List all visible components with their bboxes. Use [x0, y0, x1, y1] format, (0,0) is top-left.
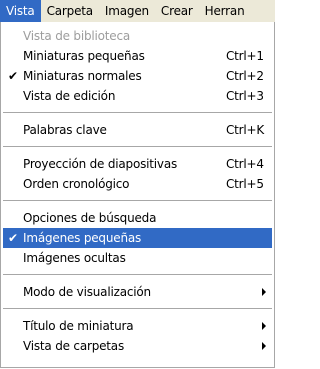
menu-separator	[3, 274, 272, 275]
menubar-herramientas[interactable]: Herran	[199, 0, 251, 22]
menu-item-label: Imágenes ocultas	[23, 251, 126, 265]
menu-separator	[3, 146, 272, 147]
menu-item-palabras-clave[interactable]: Palabras clave Ctrl+K	[3, 120, 272, 140]
checkmark-icon: ✔	[7, 231, 19, 245]
menu-item-label: Título de miniatura	[23, 319, 134, 333]
menu-separator	[3, 200, 272, 201]
menu-item-label: Modo de visualización	[23, 285, 151, 299]
menu-item-opciones-busqueda[interactable]: Opciones de búsqueda	[3, 208, 272, 228]
menu-item-label: Imágenes pequeñas	[23, 231, 142, 245]
menu-bar: Vista Carpeta Imagen Crear Herran	[0, 0, 275, 23]
menu-item-shortcut: Ctrl+K	[226, 123, 265, 137]
submenu-arrow-icon	[262, 288, 266, 296]
menu-item-label: Proyección de diapositivas	[23, 157, 178, 171]
menu-item-label: Vista de edición	[23, 89, 116, 103]
menu-item-label: Miniaturas normales	[23, 69, 142, 83]
menu-item-shortcut: Ctrl+3	[226, 89, 264, 103]
menu-item-shortcut: Ctrl+4	[226, 157, 264, 171]
menu-separator	[3, 308, 272, 309]
menubar-crear[interactable]: Crear	[155, 0, 199, 22]
checkmark-icon: ✔	[7, 69, 19, 83]
menu-item-miniaturas-pequenas[interactable]: Miniaturas pequeñas Ctrl+1	[3, 46, 272, 66]
menu-item-titulo-miniatura[interactable]: Título de miniatura	[3, 316, 272, 336]
submenu-arrow-icon	[262, 322, 266, 330]
menu-item-imagenes-ocultas[interactable]: Imágenes ocultas	[3, 248, 272, 268]
submenu-arrow-icon	[262, 342, 266, 350]
menu-item-vista-edicion[interactable]: Vista de edición Ctrl+3	[3, 86, 272, 106]
menu-separator	[3, 112, 272, 113]
menubar-imagen[interactable]: Imagen	[99, 0, 155, 22]
menu-item-label: Vista de biblioteca	[23, 29, 131, 43]
menu-item-proyeccion-diapositivas[interactable]: Proyección de diapositivas Ctrl+4	[3, 154, 272, 174]
menu-item-label: Opciones de búsqueda	[23, 211, 157, 225]
menu-item-label: Vista de carpetas	[23, 339, 125, 353]
menu-item-shortcut: Ctrl+1	[226, 49, 264, 63]
menu-item-label: Miniaturas pequeñas	[23, 49, 145, 63]
menubar-vista[interactable]: Vista	[0, 0, 41, 22]
menu-item-shortcut: Ctrl+5	[226, 177, 264, 191]
menu-item-imagenes-pequenas[interactable]: ✔ Imágenes pequeñas	[3, 228, 272, 248]
menu-item-modo-visualizacion[interactable]: Modo de visualización	[3, 282, 272, 302]
menu-item-label: Orden cronológico	[23, 177, 130, 191]
menu-item-shortcut: Ctrl+2	[226, 69, 264, 83]
menubar-carpeta[interactable]: Carpeta	[41, 0, 99, 22]
menu-item-miniaturas-normales[interactable]: ✔ Miniaturas normales Ctrl+2	[3, 66, 272, 86]
menu-item-label: Palabras clave	[23, 123, 107, 137]
menu-item-orden-cronologico[interactable]: Orden cronológico Ctrl+5	[3, 174, 272, 194]
vista-dropdown-menu: Vista de biblioteca Miniaturas pequeñas …	[0, 22, 275, 368]
menu-item-vista-biblioteca: Vista de biblioteca	[3, 26, 272, 46]
menu-item-vista-carpetas[interactable]: Vista de carpetas	[3, 336, 272, 356]
